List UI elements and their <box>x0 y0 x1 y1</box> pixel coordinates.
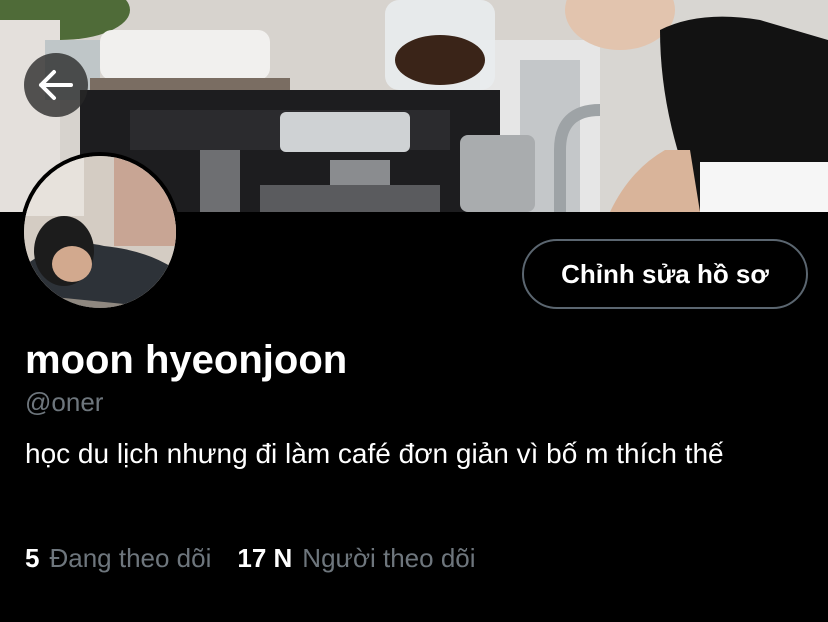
followers-link[interactable]: 17 N Người theo dõi <box>237 541 475 575</box>
following-label: Đang theo dõi <box>49 543 212 573</box>
edit-profile-button[interactable]: Chỉnh sửa hồ sơ <box>522 239 808 309</box>
following-count: 5 <box>25 543 40 573</box>
follow-stats: 5 Đang theo dõi 17 N Người theo dõi <box>25 541 476 575</box>
avatar[interactable] <box>20 152 180 312</box>
avatar-photo <box>24 156 176 308</box>
arrow-left-icon <box>39 70 73 100</box>
user-handle: @oner <box>25 387 104 417</box>
following-link[interactable]: 5 Đang theo dõi <box>25 541 211 575</box>
back-button[interactable] <box>24 53 88 117</box>
followers-count: 17 N <box>237 543 293 573</box>
profile-bio: học du lịch nhưng đi làm café đơn giản v… <box>25 438 724 469</box>
followers-label: Người theo dõi <box>302 543 476 573</box>
display-name: moon hyeonjoon <box>25 338 348 382</box>
